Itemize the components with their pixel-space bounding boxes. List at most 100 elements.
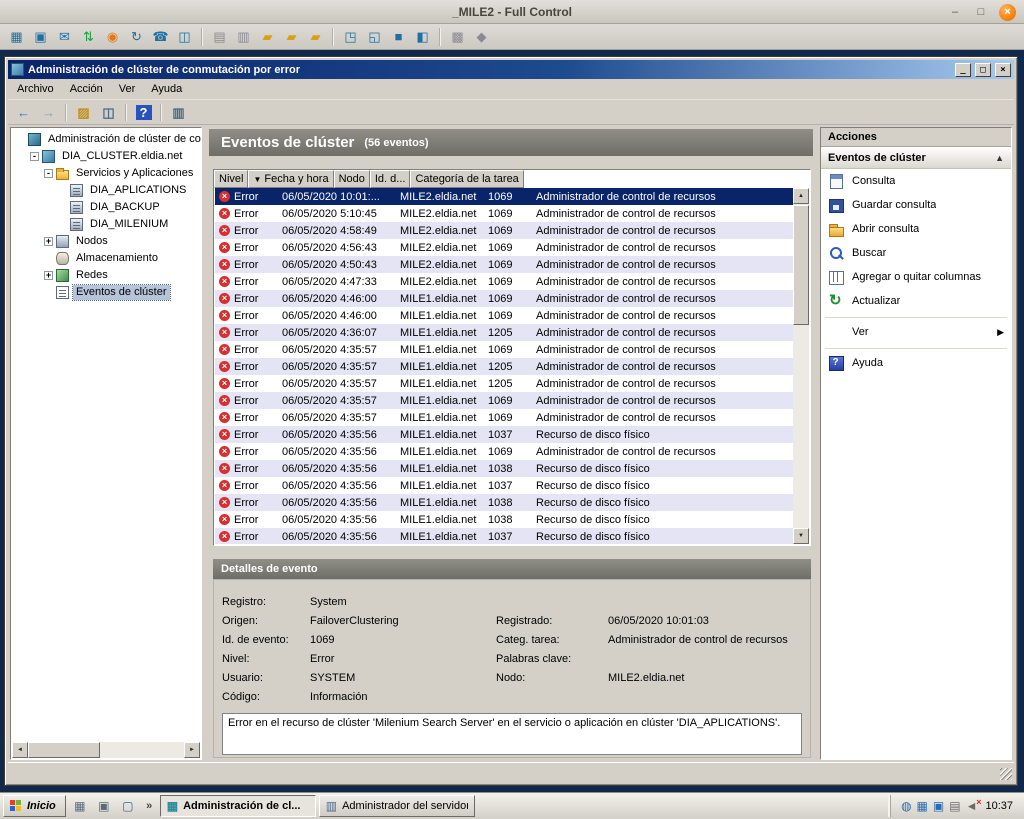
scroll-right-icon[interactable]: [184, 742, 200, 758]
event-row[interactable]: Error 06/05/2020 4:58:49 MILE2.eldia.net…: [215, 222, 793, 239]
tree-item[interactable]: Servicios y Aplicaciones: [14, 165, 201, 182]
event-row[interactable]: Error 06/05/2020 4:35:57 MILE1.eldia.net…: [215, 375, 793, 392]
power-icon[interactable]: ◉: [101, 26, 124, 47]
remote-viewer-icon[interactable]: ▦: [69, 796, 91, 816]
start-button[interactable]: Inicio: [3, 795, 66, 817]
scroll-down-icon[interactable]: [793, 528, 809, 544]
fit-window-icon[interactable]: ◧: [411, 26, 434, 47]
tree-item[interactable]: Redes: [14, 267, 201, 284]
event-row[interactable]: Error 06/05/2020 5:10:45 MILE2.eldia.net…: [215, 205, 793, 222]
event-row[interactable]: Error 06/05/2020 4:47:33 MILE2.eldia.net…: [215, 273, 793, 290]
folder-open-icon[interactable]: ▰: [256, 26, 279, 47]
ver-menu[interactable]: Ver ▶: [821, 320, 1011, 344]
scrollbar-thumb[interactable]: [793, 205, 809, 325]
close-button[interactable]: ×: [995, 63, 1011, 77]
event-row[interactable]: Error 06/05/2020 4:35:56 MILE1.eldia.net…: [215, 477, 793, 494]
window-titlebar[interactable]: Administración de clúster de conmutación…: [8, 60, 1014, 79]
tools-icon[interactable]: ◆: [470, 26, 493, 47]
scroll-left-icon[interactable]: [12, 742, 28, 758]
ayuda-button[interactable]: Ayuda: [821, 351, 1011, 375]
event-message[interactable]: Error en el recurso de clúster 'Milenium…: [222, 713, 802, 755]
viewer-close-button[interactable]: ×: [999, 4, 1016, 21]
sync-icon[interactable]: ↻: [125, 26, 148, 47]
viewer-titlebar[interactable]: _MILE2 - Full Control – □ ×: [0, 0, 1024, 24]
tree-item[interactable]: DIA_MILENIUM: [14, 216, 201, 233]
column-header[interactable]: ▼ Fecha y hora: [248, 170, 333, 188]
consulta-button[interactable]: Consulta: [821, 169, 1011, 193]
export-list-icon[interactable]: ▨: [72, 102, 95, 123]
forward-icon[interactable]: →: [37, 102, 60, 123]
show-desktop-icon[interactable]: ▢: [117, 796, 139, 816]
clipboard-down-icon[interactable]: ▥: [232, 26, 255, 47]
event-row[interactable]: Error 06/05/2020 4:56:43 MILE2.eldia.net…: [215, 239, 793, 256]
tree-item[interactable]: Administración de clúster de conmu: [14, 131, 201, 148]
select-region-icon[interactable]: ◳: [339, 26, 362, 47]
lan-status-icon[interactable]: ▣: [933, 800, 944, 812]
tree-horizontal-scrollbar[interactable]: [12, 742, 200, 758]
event-row[interactable]: Error 06/05/2020 4:35:57 MILE1.eldia.net…: [215, 392, 793, 409]
panes-icon[interactable]: ▥: [167, 102, 190, 123]
tree-expander[interactable]: [44, 169, 53, 178]
maximize-button[interactable]: □: [975, 63, 991, 77]
event-row[interactable]: Error 06/05/2020 4:35:56 MILE1.eldia.net…: [215, 460, 793, 477]
taskbar-button-cluster-admin[interactable]: ▦ Administración de cl...: [160, 795, 316, 817]
tree-item[interactable]: DIA_APLICATIONS: [14, 182, 201, 199]
tree-expander[interactable]: [44, 271, 53, 280]
help-icon[interactable]: ?: [132, 102, 155, 123]
printer-icon[interactable]: ▤: [949, 800, 960, 812]
file-transfer-icon[interactable]: ⇅: [77, 26, 100, 47]
tree-item[interactable]: Almacenamiento: [14, 250, 201, 267]
tree-item[interactable]: Nodos: [14, 233, 201, 250]
actions-group-header[interactable]: Eventos de clúster ▲: [821, 147, 1011, 169]
event-row[interactable]: Error 06/05/2020 4:36:07 MILE1.eldia.net…: [215, 324, 793, 341]
folder-sync-icon[interactable]: ▰: [304, 26, 327, 47]
event-row[interactable]: Error 06/05/2020 4:35:57 MILE1.eldia.net…: [215, 409, 793, 426]
column-header[interactable]: Id. d...: [370, 170, 411, 188]
phone-icon[interactable]: ☎: [149, 26, 172, 47]
event-row[interactable]: Error 06/05/2020 4:35:56 MILE1.eldia.net…: [215, 443, 793, 460]
expand-screen-icon[interactable]: ◱: [363, 26, 386, 47]
event-row[interactable]: Error 06/05/2020 10:01:... MILE2.eldia.n…: [215, 188, 793, 205]
minimize-button[interactable]: _: [955, 63, 971, 77]
event-row[interactable]: Error 06/05/2020 4:35:56 MILE1.eldia.net…: [215, 494, 793, 511]
monitor-mail-icon[interactable]: ✉: [53, 26, 76, 47]
column-header[interactable]: Nodo: [334, 170, 370, 188]
event-row[interactable]: Error 06/05/2020 4:50:43 MILE2.eldia.net…: [215, 256, 793, 273]
tree-item[interactable]: DIA_CLUSTER.eldia.net: [14, 148, 201, 165]
menu-item[interactable]: Acción: [62, 80, 111, 98]
tree-expander[interactable]: [30, 152, 39, 161]
taskbar-button-server-manager[interactable]: ▥ Administrador del servidor: [319, 795, 475, 817]
menu-item[interactable]: Ver: [111, 80, 144, 98]
viewer-maximize-button[interactable]: □: [973, 4, 989, 20]
scrollbar-thumb[interactable]: [28, 742, 100, 758]
chat-icon[interactable]: ◫: [173, 26, 196, 47]
fullscreen-icon[interactable]: ■: [387, 26, 410, 47]
column-header[interactable]: Nivel: [214, 170, 248, 188]
screen-icon[interactable]: ▦: [5, 26, 28, 47]
event-row[interactable]: Error 06/05/2020 4:46:00 MILE1.eldia.net…: [215, 307, 793, 324]
console-tree-icon[interactable]: ◫: [97, 102, 120, 123]
abrir-consulta-button[interactable]: Abrir consulta: [821, 217, 1011, 241]
scroll-up-icon[interactable]: [793, 188, 809, 204]
menu-item[interactable]: Ayuda: [143, 80, 190, 98]
event-row[interactable]: Error 06/05/2020 4:35:57 MILE1.eldia.net…: [215, 358, 793, 375]
back-icon[interactable]: ←: [12, 102, 35, 123]
viewer-minimize-button[interactable]: –: [947, 4, 963, 20]
folder-lock-icon[interactable]: ▰: [280, 26, 303, 47]
event-row[interactable]: Error 06/05/2020 4:35:56 MILE1.eldia.net…: [215, 511, 793, 528]
tree-item[interactable]: Eventos de clúster: [14, 284, 201, 301]
copy-screen-icon[interactable]: ▩: [446, 26, 469, 47]
menu-item[interactable]: Archivo: [9, 80, 62, 98]
event-row[interactable]: Error 06/05/2020 4:35:56 MILE1.eldia.net…: [215, 426, 793, 443]
tree-expander[interactable]: [44, 237, 53, 246]
actualizar-button[interactable]: Actualizar: [821, 289, 1011, 313]
buscar-button[interactable]: Buscar: [821, 241, 1011, 265]
network-computers-icon[interactable]: ▦: [917, 800, 928, 812]
collapse-icon[interactable]: ▲: [995, 153, 1004, 163]
security-shield-icon[interactable]: ◍: [901, 800, 911, 812]
event-row[interactable]: Error 06/05/2020 4:35:57 MILE1.eldia.net…: [215, 341, 793, 358]
event-row[interactable]: Error 06/05/2020 4:35:56 MILE1.eldia.net…: [215, 528, 793, 544]
event-row[interactable]: Error 06/05/2020 4:46:00 MILE1.eldia.net…: [215, 290, 793, 307]
agregar-quitar-columnas-button[interactable]: Agregar o quitar columnas: [821, 265, 1011, 289]
quick-launch-overflow-button[interactable]: »: [142, 796, 157, 816]
